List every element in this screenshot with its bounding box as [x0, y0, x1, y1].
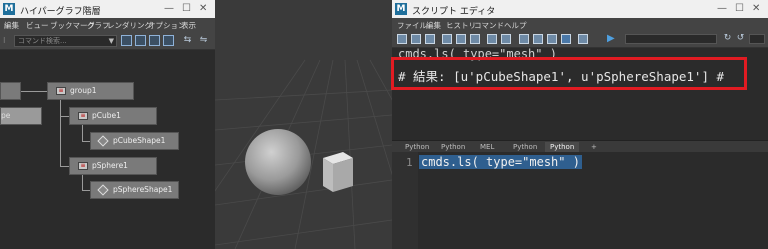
- line-number: 1: [406, 156, 413, 169]
- menu-file[interactable]: ファイル: [397, 20, 427, 31]
- menu-view[interactable]: ビュー: [26, 20, 49, 31]
- graph-edge: [82, 125, 83, 142]
- graph-node-psphere1[interactable]: ≡ pSphere1: [69, 157, 157, 175]
- graph-edge: [21, 91, 48, 92]
- toolbar-button-minus[interactable]: [135, 35, 146, 46]
- graph-node-group1[interactable]: ≡ group1: [47, 82, 134, 100]
- line-number-gutter: [392, 152, 418, 249]
- maya-logo-icon: M: [395, 3, 407, 15]
- echo-all-icon[interactable]: [442, 34, 452, 44]
- script-editor-title: スクリプト エディタ: [412, 7, 496, 17]
- show-both-icon[interactable]: [547, 34, 557, 44]
- hypergraph-window: M ハイパーグラフ階層 — ☐ ✕ 編集 ビュー ブックマーク グラフ レンダリ…: [0, 0, 215, 249]
- source-script-icon[interactable]: [411, 34, 421, 44]
- toolbar-button-connect[interactable]: ⇆: [182, 35, 193, 46]
- graph-edge: [82, 175, 83, 191]
- show-split-icon[interactable]: [561, 34, 571, 44]
- cube-object: [323, 152, 353, 192]
- hypergraph-titlebar[interactable]: M ハイパーグラフ階層 — ☐ ✕: [0, 0, 215, 18]
- toolbar-button-layout[interactable]: [149, 35, 160, 46]
- chevron-down-icon[interactable]: ▼: [109, 36, 114, 46]
- hypergraph-menubar: 編集 ビュー ブックマーク グラフ レンダリング オプション 表示: [0, 18, 215, 31]
- graph-node-partial[interactable]: pe: [0, 107, 42, 125]
- sphere-object: [245, 129, 311, 195]
- search-placeholder: コマンド検索...: [18, 37, 67, 45]
- maximize-icon[interactable]: ☐: [182, 3, 191, 14]
- menu-edit[interactable]: 編集: [426, 20, 441, 31]
- toolbar-button-branch[interactable]: ⇋: [198, 35, 209, 46]
- minimize-icon[interactable]: —: [717, 3, 727, 14]
- result-highlight-box: [391, 57, 747, 90]
- minimize-icon[interactable]: —: [164, 3, 174, 14]
- clear-history-icon[interactable]: [470, 34, 480, 44]
- play-icon[interactable]: ▶: [607, 33, 615, 44]
- toolbar-button-frame[interactable]: [121, 35, 132, 46]
- shape-node-icon: [97, 135, 109, 147]
- search-up-icon[interactable]: ↺: [735, 33, 746, 44]
- search-icon: ⁝: [3, 36, 6, 45]
- clear-all-icon[interactable]: [501, 34, 511, 44]
- open-script-icon[interactable]: [397, 34, 407, 44]
- show-input-icon[interactable]: [533, 34, 543, 44]
- graph-node-pcubeshape1[interactable]: pCubeShape1: [90, 132, 179, 150]
- close-icon[interactable]: ✕: [752, 3, 760, 14]
- editor-tabs: Python Python MEL Python Python +: [392, 140, 768, 153]
- menu-edit[interactable]: 編集: [4, 20, 19, 31]
- menu-help[interactable]: ヘルプ: [504, 20, 527, 31]
- menu-rendering[interactable]: レンダリング: [107, 20, 152, 31]
- search-field[interactable]: [625, 34, 717, 44]
- input-panel[interactable]: 1 cmds.ls( type="mesh" ): [392, 152, 768, 249]
- shape-node-icon: [97, 184, 109, 196]
- show-history-icon[interactable]: [519, 34, 529, 44]
- input-code-line[interactable]: cmds.ls( type="mesh" ): [419, 155, 582, 169]
- toolbar-button-grid[interactable]: [163, 35, 174, 46]
- maximize-icon[interactable]: ☐: [735, 3, 744, 14]
- viewport-scene: [215, 0, 392, 249]
- menu-options[interactable]: オプション: [148, 20, 186, 31]
- graph-node-pcube1[interactable]: ≡ pCube1: [69, 107, 157, 125]
- goto-line-field[interactable]: [749, 34, 765, 44]
- menu-command[interactable]: コマンド: [474, 20, 504, 31]
- script-editor-window: M スクリプト エディタ — ☐ ✕ ファイル 編集 ヒストリ コマンド ヘルプ…: [392, 0, 768, 249]
- graph-node-partial[interactable]: [0, 82, 21, 100]
- transform-node-icon: ≡: [78, 162, 88, 170]
- maya-logo-icon: M: [3, 3, 15, 15]
- close-icon[interactable]: ✕: [199, 3, 207, 14]
- execute-all-icon[interactable]: [578, 34, 588, 44]
- clear-input-icon[interactable]: [487, 34, 497, 44]
- menu-history[interactable]: ヒストリ: [446, 20, 476, 31]
- search-down-icon[interactable]: ↻: [722, 33, 733, 44]
- transform-node-icon: ≡: [78, 112, 88, 120]
- show-line-numbers-icon[interactable]: [456, 34, 466, 44]
- save-script-icon[interactable]: [425, 34, 435, 44]
- graph-edge: [60, 99, 61, 167]
- graph-node-psphereshape1[interactable]: pSphereShape1: [90, 181, 179, 199]
- transform-node-icon: ≡: [56, 87, 66, 95]
- hypergraph-title: ハイパーグラフ階層: [20, 7, 101, 17]
- command-search-input[interactable]: コマンド検索... ▼: [14, 35, 117, 47]
- 3d-viewport[interactable]: [215, 0, 392, 249]
- menu-display[interactable]: 表示: [181, 20, 196, 31]
- script-editor-menubar: ファイル 編集 ヒストリ コマンド ヘルプ: [392, 18, 768, 31]
- script-editor-titlebar[interactable]: M スクリプト エディタ — ☐ ✕: [392, 0, 768, 18]
